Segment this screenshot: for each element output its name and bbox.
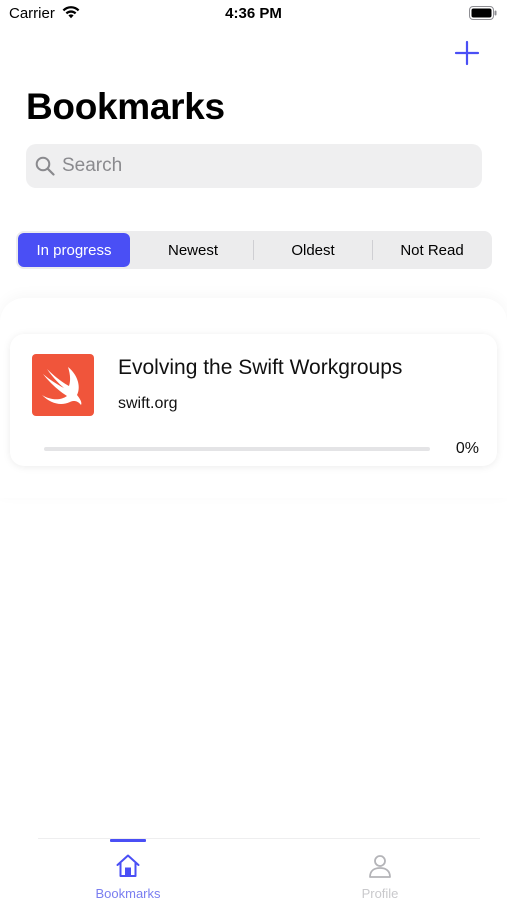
filter-not-read[interactable]: Not Read — [375, 233, 489, 267]
search-input[interactable] — [62, 144, 462, 188]
page-title: Bookmarks — [26, 86, 225, 127]
status-bar: Carrier 4:36 PM — [0, 0, 507, 28]
person-icon — [369, 855, 391, 878]
search-bar[interactable] — [26, 144, 482, 188]
home-icon — [116, 854, 140, 877]
bookmark-title: Evolving the Swift Workgroups — [118, 356, 403, 379]
bookmark-domain: swift.org — [118, 395, 178, 412]
segment-divider — [372, 240, 373, 260]
search-icon — [35, 156, 55, 176]
tab-profile-label: Profile — [361, 886, 399, 900]
bookmark-thumbnail — [32, 354, 94, 416]
battery-icon — [469, 6, 497, 20]
reading-progress-label: 0% — [455, 440, 479, 457]
filter-oldest[interactable]: Oldest — [256, 233, 370, 267]
bookmark-card[interactable]: Evolving the Swift Workgroups swift.org … — [10, 334, 497, 466]
tab-bookmarks[interactable]: Bookmarks — [73, 852, 183, 900]
segment-divider — [253, 240, 254, 260]
active-tab-indicator — [110, 839, 146, 842]
reading-progress-bar — [44, 447, 430, 451]
tab-bar-divider — [38, 838, 480, 839]
filter-segmented-control: In progress Newest Oldest Not Read — [16, 231, 492, 269]
add-bookmark-button[interactable] — [454, 40, 480, 66]
tab-bookmarks-label: Bookmarks — [95, 886, 161, 900]
tab-bar: Bookmarks Profile — [0, 838, 507, 900]
filter-newest[interactable]: Newest — [136, 233, 250, 267]
status-time: 4:36 PM — [225, 5, 282, 22]
plus-icon — [454, 40, 480, 66]
tab-profile[interactable]: Profile — [325, 852, 435, 900]
swift-logo-icon — [42, 367, 82, 405]
filter-in-progress[interactable]: In progress — [18, 233, 130, 267]
